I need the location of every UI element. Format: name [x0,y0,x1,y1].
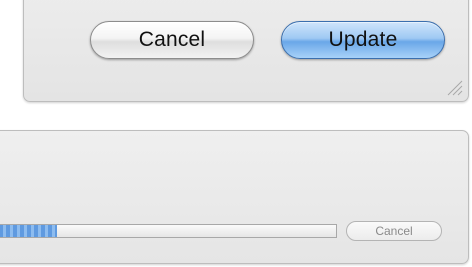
cancel-button[interactable]: Cancel [90,21,254,59]
progress-bar-fill [0,225,58,237]
progress-bar [0,224,337,238]
progress-cancel-button[interactable]: Cancel [346,221,442,241]
screenshot-canvas: Cancel Update Cancel [0,0,472,267]
resize-grip-icon[interactable] [445,78,463,96]
progress-panel: Cancel [0,130,469,264]
update-button[interactable]: Update [281,21,445,59]
update-dialog: Cancel Update [23,0,469,102]
